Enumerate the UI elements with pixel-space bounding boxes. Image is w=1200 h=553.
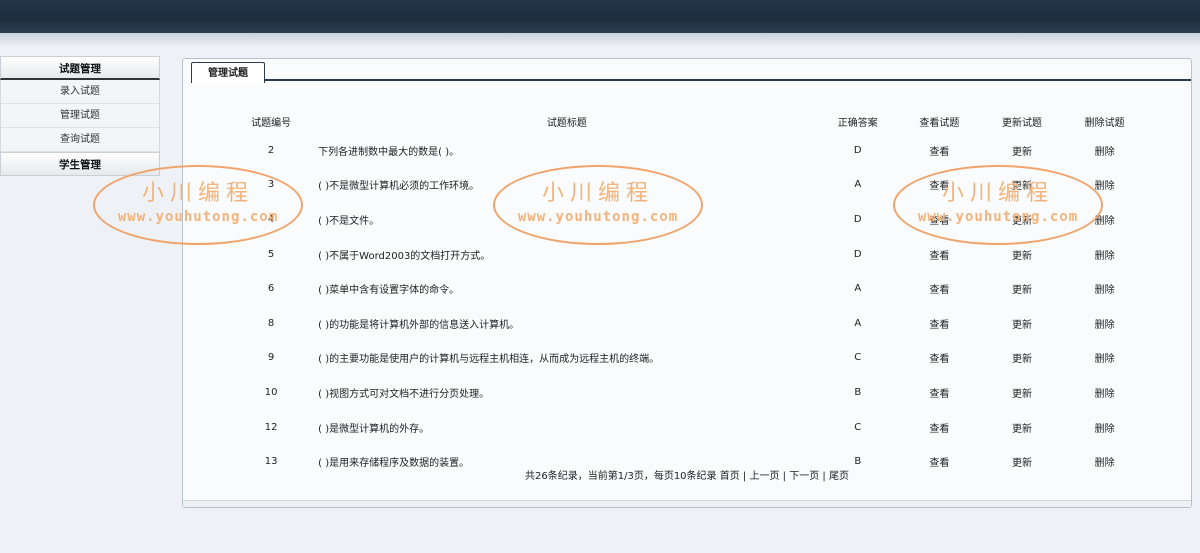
table-header-row: 试题编号 试题标题 正确答案 查看试题 更新试题 删除试题	[226, 109, 1146, 133]
banner-shadow	[0, 33, 1200, 47]
update-link[interactable]: 更新	[981, 133, 1064, 168]
first-page-link[interactable]: 首页	[720, 471, 740, 482]
cell-id: 4	[267, 213, 275, 225]
sidebar-item-add-question[interactable]: 录入试题	[1, 80, 159, 104]
column-header-answer: 正确答案	[837, 117, 878, 129]
column-header-id: 试题编号	[251, 117, 292, 129]
table-row: 12 ( )是微型计算机的外存。 C 查看 更新 删除	[226, 410, 1146, 445]
table-row: 8 ( )的功能是将计算机外部的信息送入计算机。 A 查看 更新 删除	[226, 306, 1146, 341]
cell-title: 下列各进制数中最大的数是( )。	[318, 146, 460, 158]
view-link[interactable]: 查看	[898, 410, 981, 445]
prev-page-link[interactable]: 上一页	[749, 471, 779, 482]
cell-answer: D	[853, 248, 862, 260]
panel-footer-bar	[183, 500, 1191, 507]
cell-answer: A	[854, 179, 862, 191]
table-row: 5 ( )不属于Word2003的文档打开方式。 D 查看 更新 删除	[226, 237, 1146, 272]
cell-id: 3	[267, 179, 275, 191]
update-link[interactable]: 更新	[981, 271, 1064, 306]
table-row: 10 ( )视图方式可对文档不进行分页处理。 B 查看 更新 删除	[226, 375, 1146, 410]
tab-manage-questions[interactable]: 管理试题	[191, 62, 265, 83]
sidebar-item-manage-questions[interactable]: 管理试题	[1, 104, 159, 128]
view-link[interactable]: 查看	[898, 306, 981, 341]
cell-title: ( )不是文件。	[318, 215, 380, 227]
pager-separator: |	[782, 471, 787, 482]
table-row: 9 ( )的主要功能是使用户的计算机与远程主机相连，从而成为远程主机的终端。 C 查看…	[226, 341, 1146, 376]
update-link[interactable]: 更新	[981, 168, 1064, 203]
cell-id: 10	[264, 386, 278, 398]
sidebar-section-student-management[interactable]: 学生管理	[0, 152, 160, 176]
pagination: 共26条纪录，当前第1/3页，每页10条纪录 首页 | 上一页 | 下一页 | …	[183, 467, 1191, 482]
cell-title: ( )不是微型计算机必须的工作环境。	[318, 181, 480, 193]
cell-id: 2	[267, 144, 275, 156]
cell-id: 5	[267, 248, 275, 260]
delete-link[interactable]: 删除	[1063, 306, 1146, 341]
column-header-view: 查看试题	[919, 117, 960, 129]
cell-title: ( )的主要功能是使用户的计算机与远程主机相连，从而成为远程主机的终端。	[318, 354, 660, 366]
cell-title: ( )不属于Word2003的文档打开方式。	[318, 250, 491, 262]
delete-link[interactable]: 删除	[1063, 133, 1146, 168]
pagination-summary: 共26条纪录，当前第1/3页，每页10条纪录	[525, 471, 717, 482]
view-link[interactable]: 查看	[898, 168, 981, 203]
update-link[interactable]: 更新	[981, 341, 1064, 376]
main-panel: 管理试题 试题编号 试题标题 正确答案 查看试题 更新试题 删除试题 2 下列各进…	[182, 58, 1192, 508]
sidebar-question-items: 录入试题 管理试题 查询试题	[0, 80, 160, 152]
cell-answer: C	[854, 352, 862, 364]
cell-id: 6	[267, 283, 275, 295]
view-link[interactable]: 查看	[898, 341, 981, 376]
update-link[interactable]: 更新	[981, 375, 1064, 410]
cell-title: ( )视图方式可对文档不进行分页处理。	[318, 388, 490, 400]
view-link[interactable]: 查看	[898, 375, 981, 410]
delete-link[interactable]: 删除	[1063, 237, 1146, 272]
sidebar: 试题管理 录入试题 管理试题 查询试题 学生管理	[0, 56, 160, 176]
top-banner	[0, 0, 1200, 33]
cell-answer: D	[853, 213, 862, 225]
cell-answer: A	[854, 283, 862, 295]
update-link[interactable]: 更新	[981, 410, 1064, 445]
delete-link[interactable]: 删除	[1063, 341, 1146, 376]
update-link[interactable]: 更新	[981, 202, 1064, 237]
delete-link[interactable]: 删除	[1063, 375, 1146, 410]
delete-link[interactable]: 删除	[1063, 410, 1146, 445]
cell-id: 12	[264, 421, 278, 433]
cell-title: ( )的功能是将计算机外部的信息送入计算机。	[318, 319, 520, 331]
update-link[interactable]: 更新	[981, 306, 1064, 341]
cell-answer: C	[854, 421, 862, 433]
cell-id: 8	[267, 317, 275, 329]
view-link[interactable]: 查看	[898, 237, 981, 272]
table-row: 4 ( )不是文件。 D 查看 更新 删除	[226, 202, 1146, 237]
view-link[interactable]: 查看	[898, 133, 981, 168]
last-page-link[interactable]: 尾页	[829, 471, 849, 482]
pager-separator: |	[822, 471, 826, 482]
table-row: 2 下列各进制数中最大的数是( )。 D 查看 更新 删除	[226, 133, 1146, 168]
table-row: 3 ( )不是微型计算机必须的工作环境。 A 查看 更新 删除	[226, 168, 1146, 203]
column-header-title: 试题标题	[546, 117, 587, 129]
column-header-delete: 删除试题	[1084, 117, 1125, 129]
table-row: 6 ( )菜单中含有设置字体的命令。 A 查看 更新 删除	[226, 271, 1146, 306]
cell-title: ( )是微型计算机的外存。	[318, 423, 430, 435]
cell-answer: D	[853, 144, 862, 156]
cell-answer: B	[854, 386, 862, 398]
next-page-link[interactable]: 下一页	[789, 471, 819, 482]
questions-table: 试题编号 试题标题 正确答案 查看试题 更新试题 删除试题 2 下列各进制数中最大…	[226, 109, 1146, 479]
view-link[interactable]: 查看	[898, 202, 981, 237]
tab-underline	[265, 79, 1191, 81]
delete-link[interactable]: 删除	[1063, 168, 1146, 203]
view-link[interactable]: 查看	[898, 271, 981, 306]
sidebar-section-question-management[interactable]: 试题管理	[0, 56, 160, 80]
cell-title: ( )菜单中含有设置字体的命令。	[318, 285, 460, 297]
cell-answer: A	[854, 317, 862, 329]
update-link[interactable]: 更新	[981, 237, 1064, 272]
sidebar-item-query-questions[interactable]: 查询试题	[1, 128, 159, 152]
column-header-update: 更新试题	[1001, 117, 1042, 129]
delete-link[interactable]: 删除	[1063, 202, 1146, 237]
pager-separator: |	[742, 471, 747, 482]
cell-id: 9	[267, 352, 275, 364]
delete-link[interactable]: 删除	[1063, 271, 1146, 306]
